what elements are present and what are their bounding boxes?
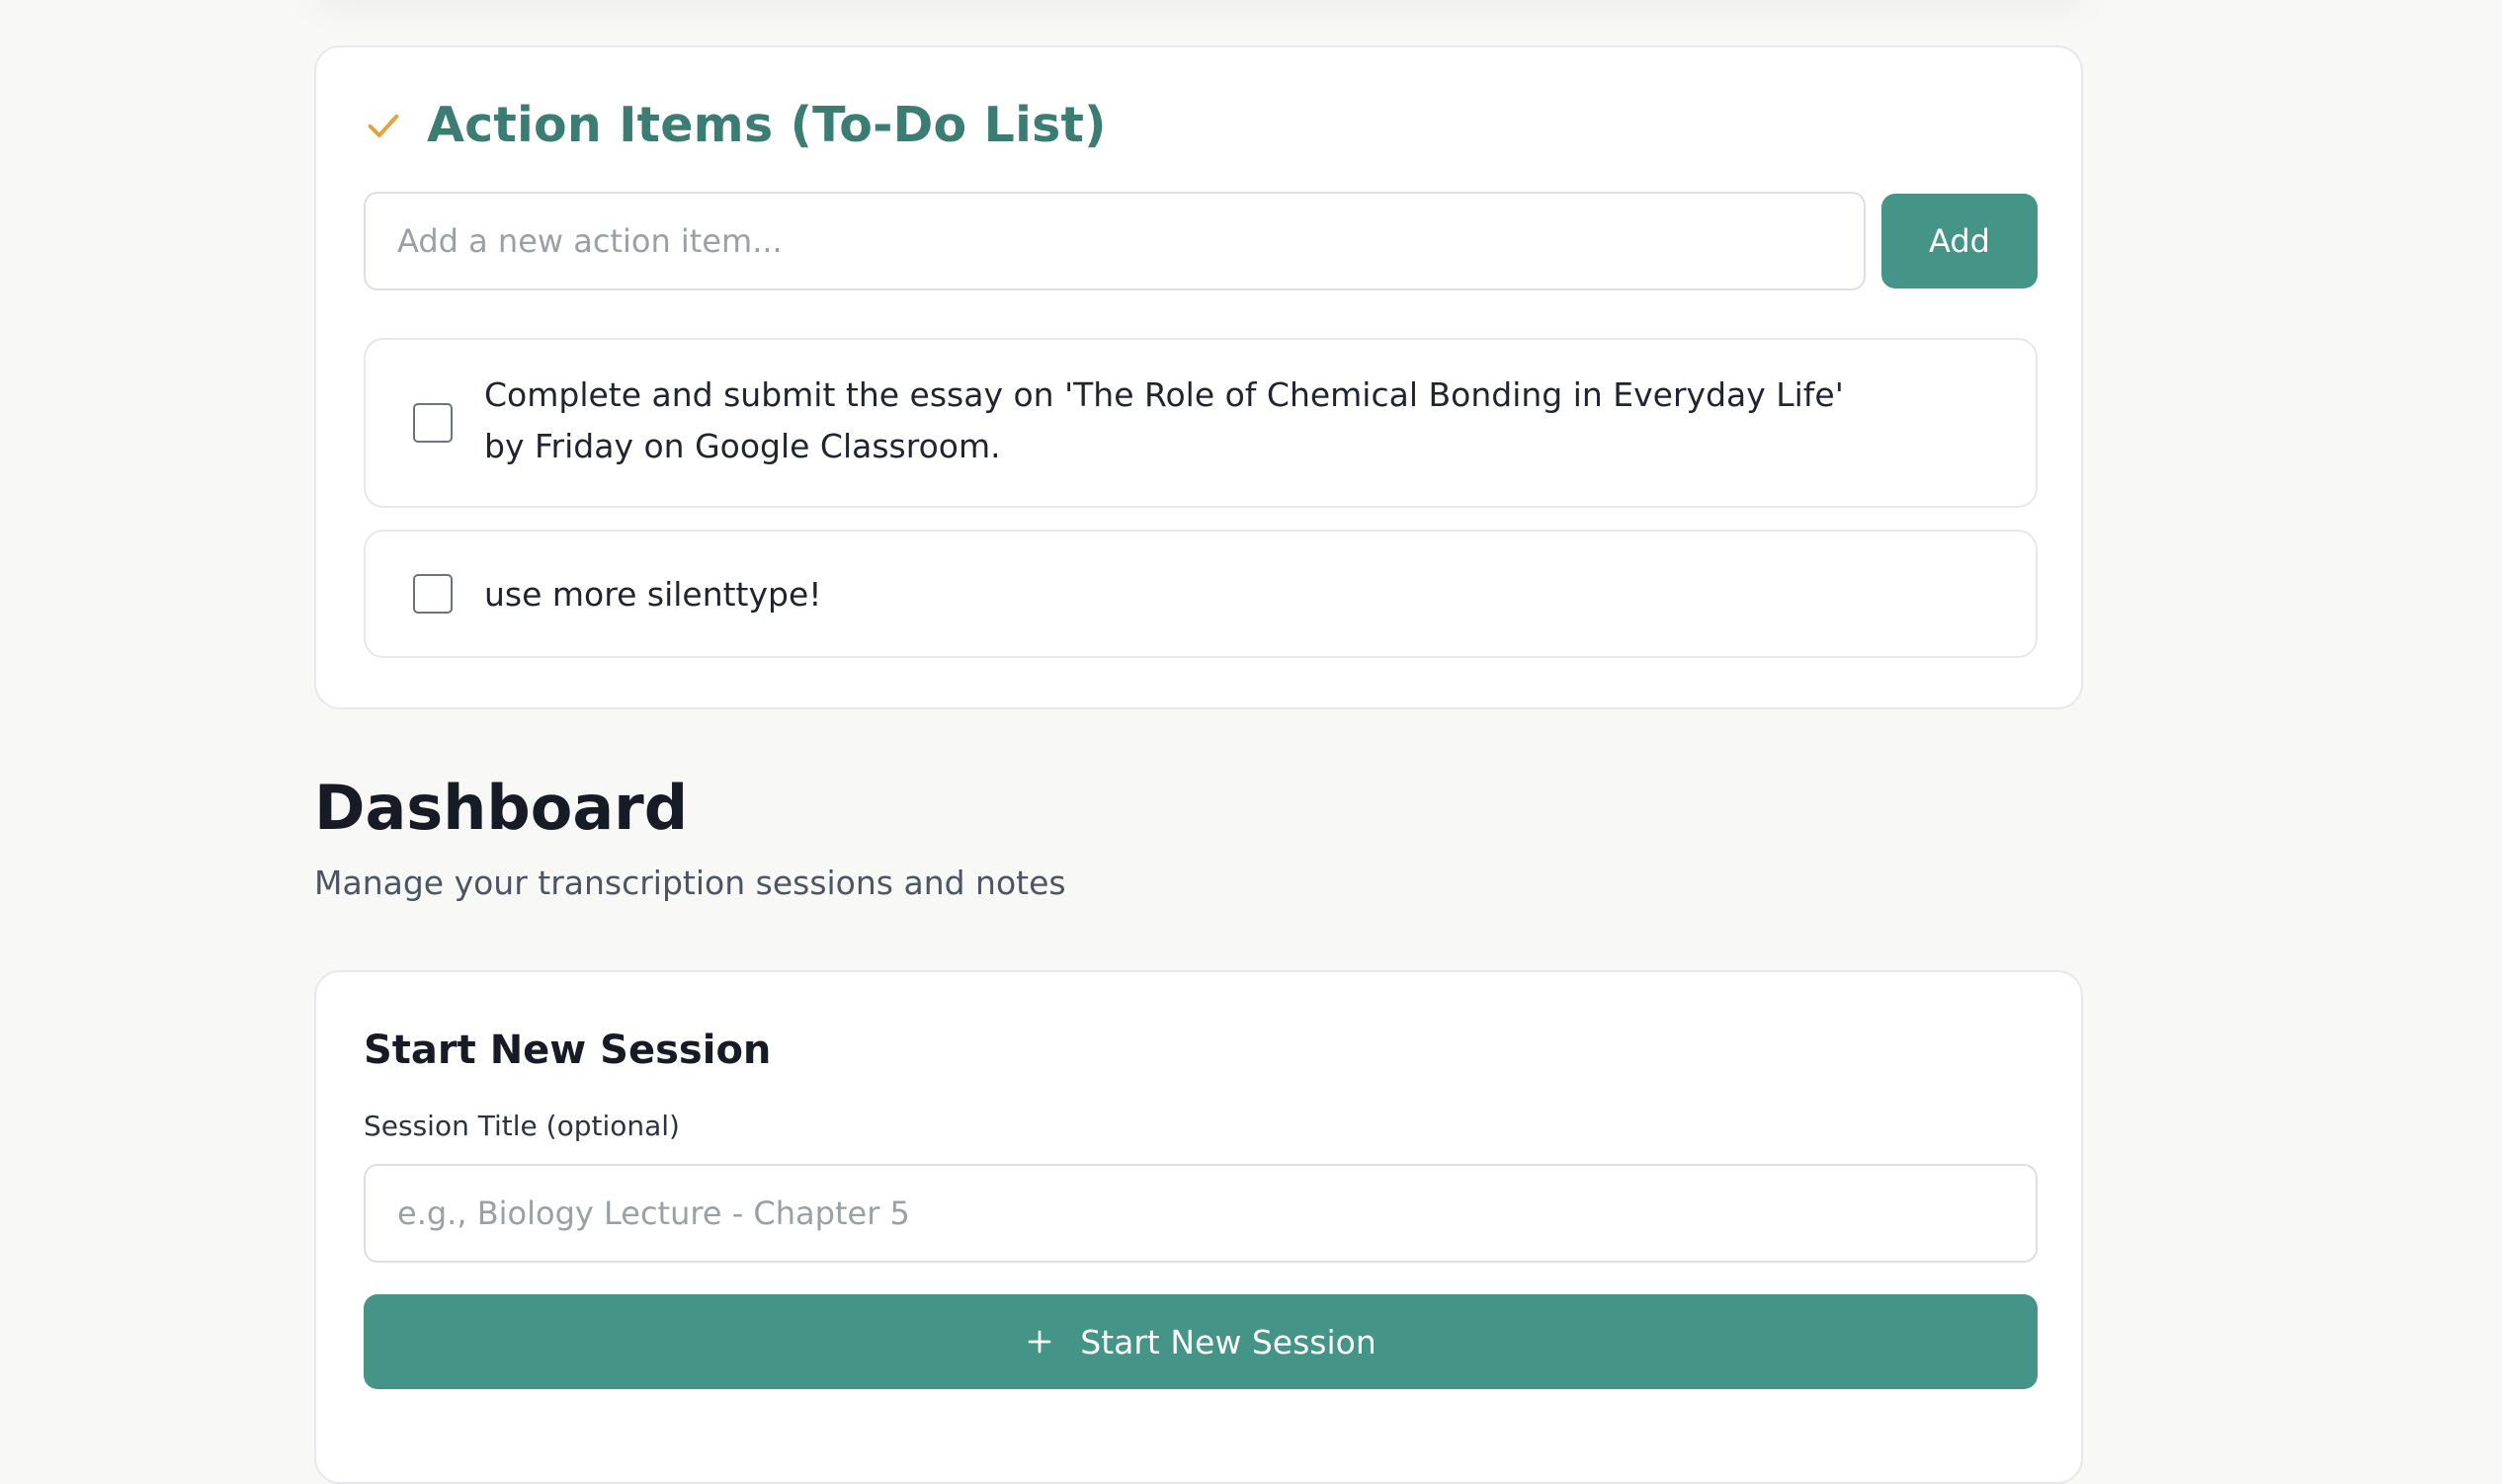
action-items-card: Action Items (To-Do List) Add Complete a… (314, 45, 2083, 709)
check-icon (364, 106, 403, 145)
start-new-session-label: Start New Session (1080, 1322, 1376, 1361)
todo-checkbox[interactable] (413, 574, 453, 614)
session-title-input[interactable] (364, 1164, 2038, 1263)
plus-icon (1025, 1327, 1054, 1357)
todo-item-text: Complete and submit the essay on 'The Ro… (484, 375, 1844, 465)
todo-item: use more silenttype! (364, 530, 2038, 658)
new-action-item-input[interactable] (364, 192, 1866, 290)
new-session-title: Start New Session (364, 1028, 772, 1073)
session-title-label: Session Title (optional) (364, 1110, 680, 1142)
new-session-card: Start New Session Session Title (optiona… (314, 970, 2083, 1484)
dashboard-subtitle: Manage your transcription sessions and n… (314, 864, 1066, 902)
add-action-item-button[interactable]: Add (1881, 194, 2038, 289)
action-items-title: Action Items (To-Do List) (427, 97, 1107, 153)
todo-item: Complete and submit the essay on 'The Ro… (364, 338, 2038, 508)
start-new-session-button[interactable]: Start New Session (364, 1294, 2038, 1389)
todo-checkbox[interactable] (413, 403, 453, 443)
dashboard-title: Dashboard (314, 772, 689, 844)
action-items-header: Action Items (To-Do List) (364, 97, 1107, 153)
todo-item-text: use more silenttype! (484, 575, 822, 614)
